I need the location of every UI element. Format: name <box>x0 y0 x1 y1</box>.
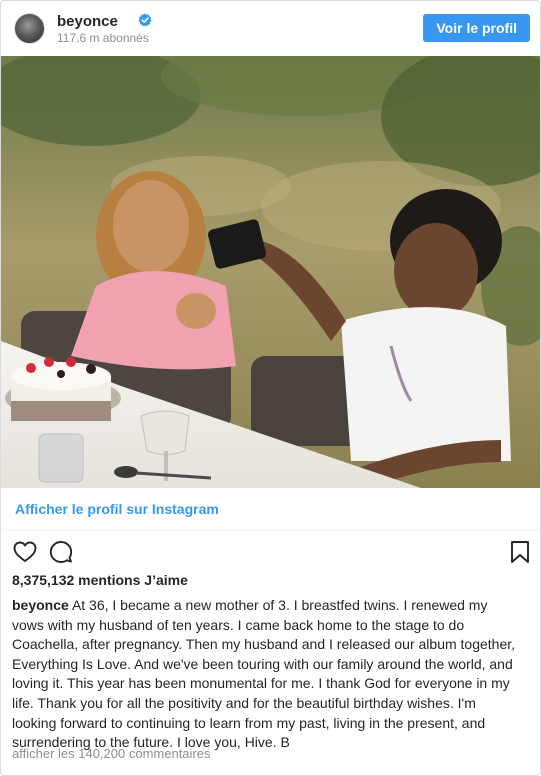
view-profile-button[interactable]: Voir le profil <box>423 14 530 42</box>
username[interactable]: beyonce <box>57 13 118 30</box>
post-image <box>1 56 540 488</box>
post-photo[interactable] <box>1 56 540 488</box>
instagram-embed-card: beyonce 117.6 m abonnés Voir le profil A… <box>0 0 541 776</box>
post-caption: beyonce At 36, I became a new mother of … <box>12 596 522 753</box>
bookmark-icon[interactable] <box>507 539 533 565</box>
like-count[interactable]: 8,375,132 mentions J’aime <box>12 572 188 588</box>
comment-bubble-icon[interactable] <box>48 539 74 565</box>
divider <box>1 529 540 530</box>
caption-text: At 36, I became a new mother of 3. I bre… <box>12 597 516 751</box>
caption-username[interactable]: beyonce <box>12 597 69 613</box>
post-header: beyonce 117.6 m abonnés Voir le profil <box>1 1 540 56</box>
heart-icon[interactable] <box>12 539 38 565</box>
view-comments-link[interactable]: afficher les 140,200 commentaires <box>12 746 210 761</box>
view-on-instagram-link[interactable]: Afficher le profil sur Instagram <box>15 501 219 517</box>
verified-badge-icon <box>138 13 152 27</box>
follower-count: 117.6 m abonnés <box>57 31 149 45</box>
avatar[interactable] <box>14 13 45 44</box>
